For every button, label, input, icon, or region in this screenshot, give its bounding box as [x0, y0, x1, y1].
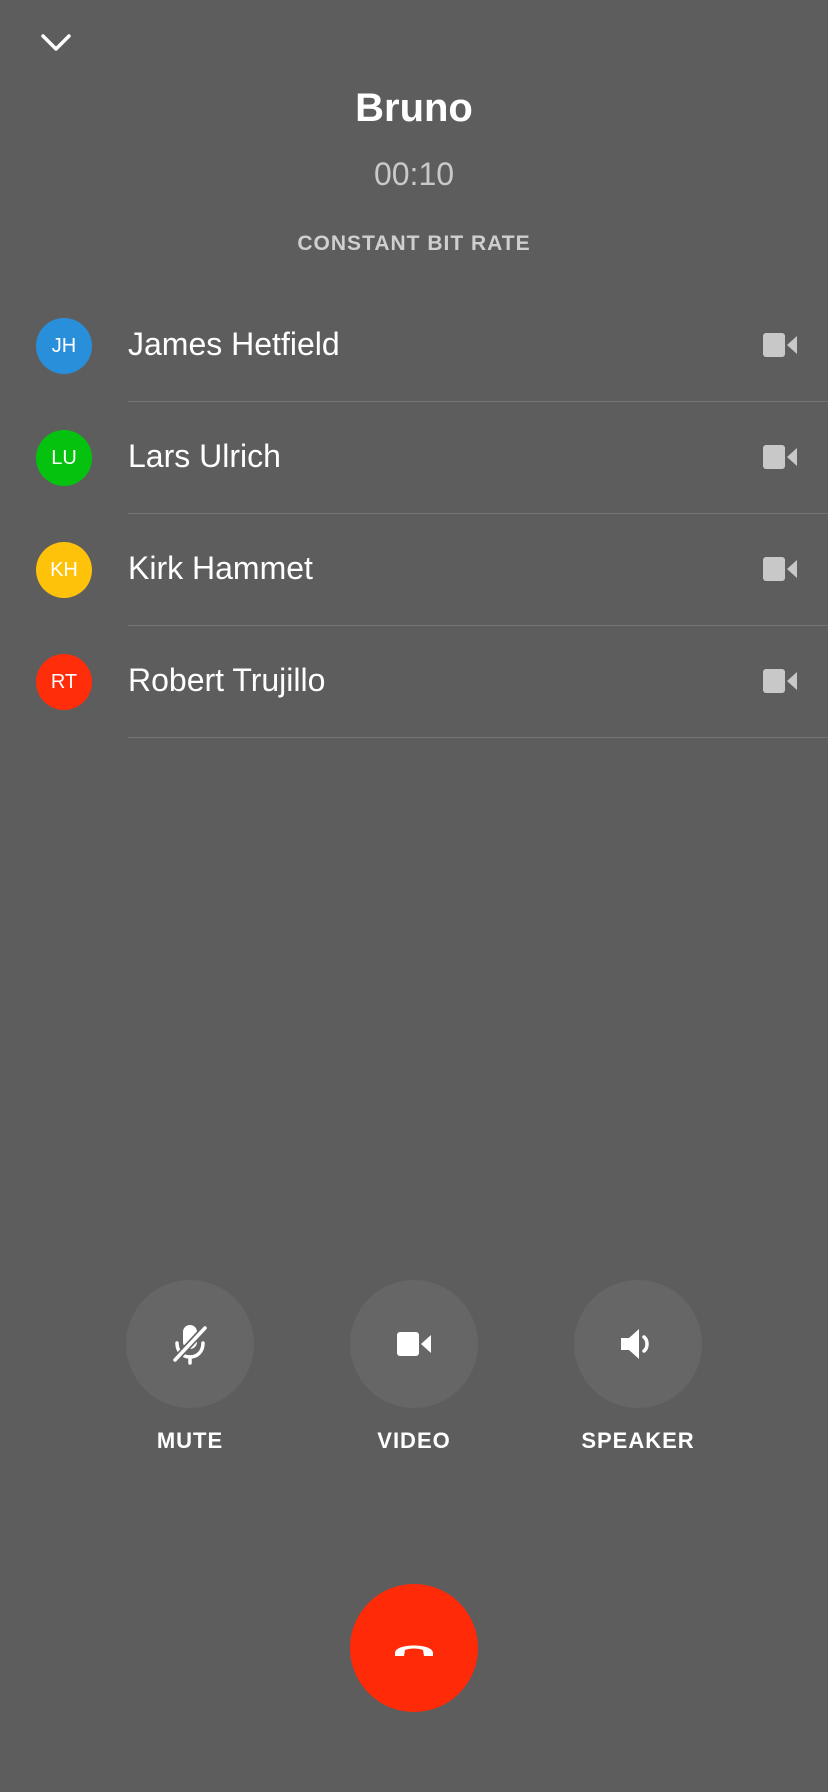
mute-button[interactable] — [126, 1280, 254, 1408]
speaker-button[interactable] — [574, 1280, 702, 1408]
video-button[interactable] — [350, 1280, 478, 1408]
video-control: VIDEO — [334, 1280, 494, 1454]
phone-hangup-icon — [395, 1645, 433, 1656]
video-camera-icon[interactable] — [762, 332, 798, 358]
call-quality-label: CONSTANT BIT RATE — [297, 232, 531, 255]
avatar: LU — [36, 430, 92, 486]
video-camera-icon[interactable] — [762, 668, 798, 694]
avatar: RT — [36, 654, 92, 710]
participant-name: Lars Ulrich — [128, 438, 281, 474]
call-timer: 00:10 — [373, 156, 455, 192]
microphone-off-icon — [171, 1324, 209, 1365]
speaker-label: SPEAKER — [581, 1428, 695, 1453]
video-camera-icon[interactable] — [762, 444, 798, 470]
video-label: VIDEO — [377, 1428, 451, 1453]
call-controls: MUTE VIDEO SPEAKER — [0, 1280, 828, 1460]
video-camera-icon[interactable] — [762, 556, 798, 582]
participant-row[interactable]: KH Kirk Hammet — [0, 514, 828, 626]
mute-control: MUTE — [110, 1280, 270, 1454]
collapse-button[interactable] — [36, 26, 76, 60]
participant-row[interactable]: RT Robert Trujillo — [0, 626, 828, 738]
participant-name: Robert Trujillo — [128, 662, 326, 698]
divider — [128, 737, 828, 738]
chevron-down-icon — [41, 34, 71, 51]
participant-row[interactable]: LU Lars Ulrich — [0, 402, 828, 514]
mute-label: MUTE — [156, 1428, 224, 1453]
avatar: KH — [36, 542, 92, 598]
avatar: JH — [36, 318, 92, 374]
participant-name: Kirk Hammet — [128, 550, 313, 586]
video-camera-icon — [397, 1332, 431, 1356]
participant-row[interactable]: JH James Hetfield — [0, 290, 828, 402]
participant-name: James Hetfield — [128, 326, 340, 362]
hang-up-button[interactable] — [350, 1584, 478, 1712]
call-title: Bruno — [355, 86, 473, 130]
speaker-control: SPEAKER — [558, 1280, 718, 1454]
speaker-icon — [621, 1329, 649, 1359]
participant-list: JH James Hetfield LU Lars Ulrich KH Kirk… — [0, 290, 828, 738]
